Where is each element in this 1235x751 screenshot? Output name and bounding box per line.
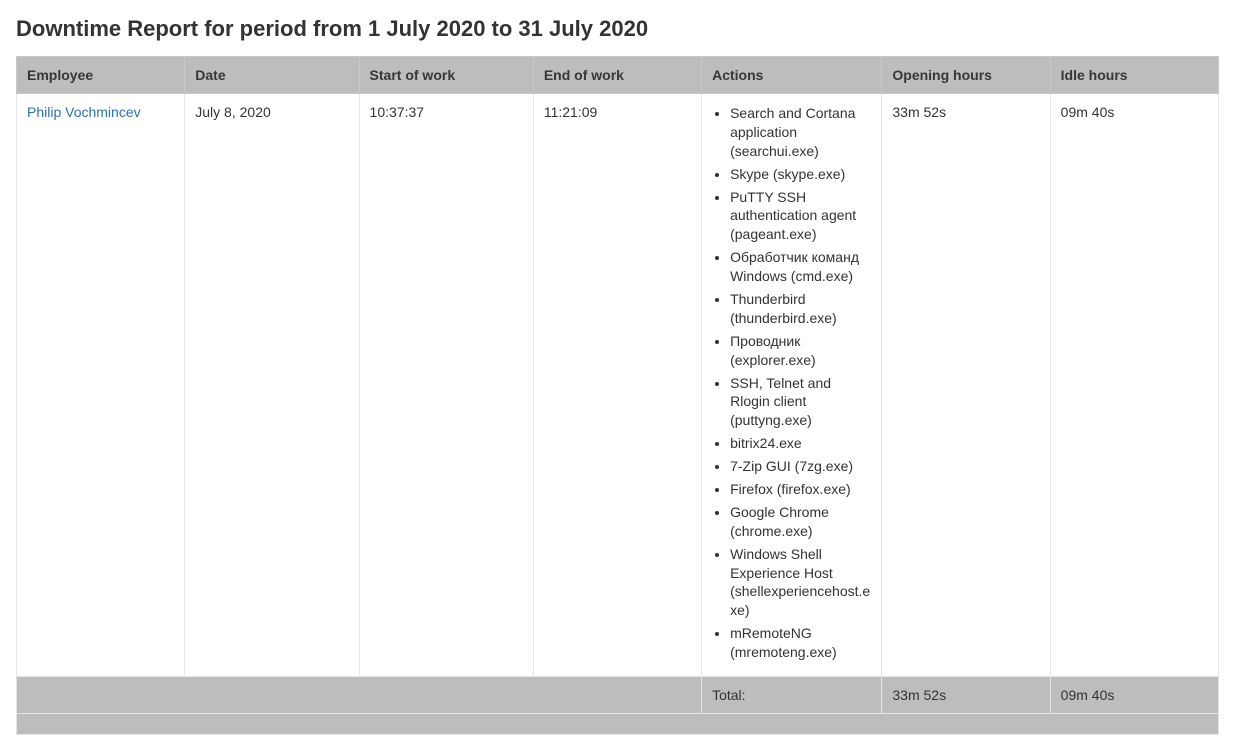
action-item: Windows Shell Experience Host (shellexpe…: [730, 545, 871, 621]
col-employee: Employee: [17, 57, 185, 94]
action-item: Google Chrome (chrome.exe): [730, 503, 871, 541]
col-opening: Opening hours: [882, 57, 1050, 94]
table-total-row: Total: 33m 52s 09m 40s: [17, 677, 1219, 714]
action-item: Проводник (explorer.exe): [730, 332, 871, 370]
col-actions: Actions: [702, 57, 882, 94]
cell-start: 10:37:37: [359, 94, 533, 677]
cell-opening: 33m 52s: [882, 94, 1050, 677]
cell-end: 11:21:09: [533, 94, 701, 677]
employee-link[interactable]: Philip Vochmincev: [27, 104, 141, 120]
col-start: Start of work: [359, 57, 533, 94]
action-item: mRemoteNG (mremoteng.exe): [730, 624, 871, 662]
cell-employee: Philip Vochmincev: [17, 94, 185, 677]
action-item: Thunderbird (thunderbird.exe): [730, 290, 871, 328]
cell-date: July 8, 2020: [185, 94, 359, 677]
action-item: SSH, Telnet and Rlogin client (puttyng.e…: [730, 374, 871, 431]
cell-actions: Search and Cortana application (searchui…: [702, 94, 882, 677]
total-spacer: [17, 677, 702, 714]
action-item: Обработчик команд Windows (cmd.exe): [730, 248, 871, 286]
page-title: Downtime Report for period from 1 July 2…: [16, 16, 1219, 42]
total-opening: 33m 52s: [882, 677, 1050, 714]
col-date: Date: [185, 57, 359, 94]
total-label: Total:: [702, 677, 882, 714]
action-item: Skype (skype.exe): [730, 165, 871, 184]
action-item: bitrix24.exe: [730, 434, 871, 453]
action-item: PuTTY SSH authentication agent (pageant.…: [730, 188, 871, 245]
total-idle: 09m 40s: [1050, 677, 1218, 714]
action-item: Firefox (firefox.exe): [730, 480, 871, 499]
table-header-row: Employee Date Start of work End of work …: [17, 57, 1219, 94]
cell-idle: 09m 40s: [1050, 94, 1218, 677]
col-idle: Idle hours: [1050, 57, 1218, 94]
action-item: 7-Zip GUI (7zg.exe): [730, 457, 871, 476]
table-row: Philip Vochmincev July 8, 2020 10:37:37 …: [17, 94, 1219, 677]
table-trailing-row: [17, 714, 1219, 735]
action-item: Search and Cortana application (searchui…: [730, 104, 871, 161]
actions-list: Search and Cortana application (searchui…: [712, 104, 871, 662]
col-end: End of work: [533, 57, 701, 94]
downtime-table: Employee Date Start of work End of work …: [16, 56, 1219, 735]
